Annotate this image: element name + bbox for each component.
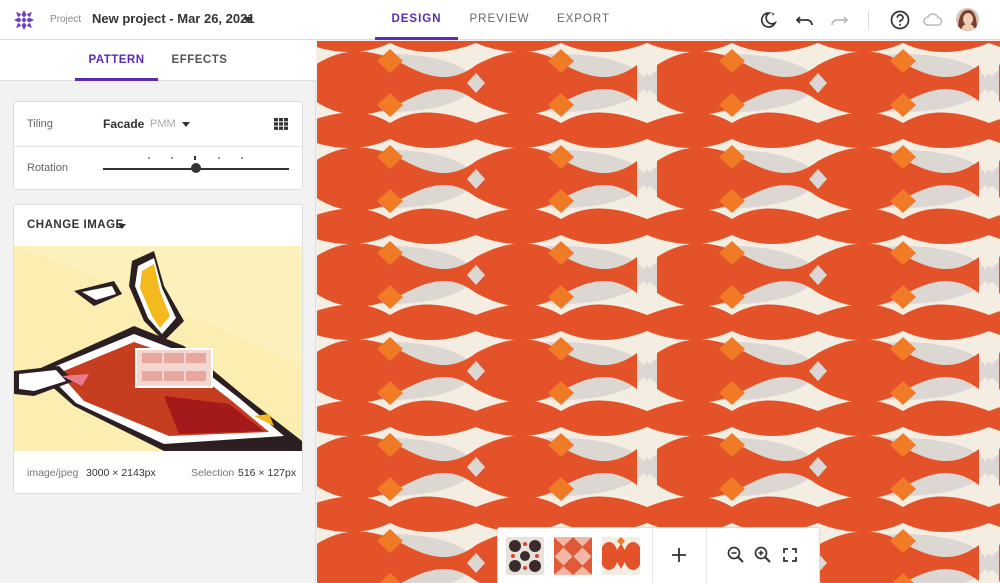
tiling-select[interactable]: Facade — [103, 117, 144, 131]
avatar[interactable] — [956, 8, 979, 31]
left-panel: PATTERN EFFECTS Tiling Facade PMM Rotati… — [0, 40, 316, 583]
cloud-icon[interactable] — [922, 9, 944, 31]
rotation-tick-selected — [194, 156, 196, 160]
redo-icon[interactable] — [828, 9, 850, 31]
image-dimensions: 3000 × 2143px — [86, 467, 156, 479]
app-logo-icon[interactable] — [12, 8, 36, 32]
tab-pattern[interactable]: PATTERN — [75, 40, 158, 81]
tab-preview[interactable]: PREVIEW — [462, 0, 537, 40]
project-label: Project — [50, 14, 82, 25]
divider — [14, 146, 302, 147]
tiling-label: Tiling — [27, 118, 53, 130]
pattern-thumb-2[interactable] — [554, 537, 592, 575]
pattern-thumb-3[interactable] — [602, 537, 640, 575]
source-image-preview[interactable] — [14, 246, 302, 451]
fullscreen-icon[interactable] — [780, 545, 800, 565]
change-image-button[interactable]: CHANGE IMAGE — [27, 219, 124, 231]
zoom-out-icon[interactable] — [726, 545, 746, 565]
toolbar-divider — [868, 10, 869, 30]
tiling-symmetry: PMM — [150, 118, 176, 130]
rotation-tick — [241, 157, 243, 159]
add-icon[interactable] — [669, 545, 689, 565]
rotation-tick — [148, 157, 150, 159]
top-bar: Project New project - Mar 26, 2021 DESIG… — [0, 0, 1000, 40]
canvas-toolbar — [497, 527, 820, 583]
pattern-canvas[interactable] — [317, 41, 1000, 583]
pattern-settings-card: Tiling Facade PMM Rotation — [13, 101, 303, 190]
tab-design[interactable]: DESIGN — [375, 0, 458, 40]
pattern-thumb-1[interactable] — [506, 537, 544, 575]
panel-tabs: PATTERN EFFECTS — [0, 40, 316, 81]
rotation-tick — [218, 157, 220, 159]
theme-toggle-icon[interactable] — [757, 9, 779, 31]
chevron-down-icon[interactable] — [118, 224, 126, 229]
rotation-slider-handle[interactable] — [191, 163, 201, 173]
undo-icon[interactable] — [794, 9, 816, 31]
toolbar-divider — [706, 528, 707, 583]
source-image-card: CHANGE IMAGE image/jpeg 3000 × 2143px Se… — [13, 204, 303, 494]
tab-effects[interactable]: EFFECTS — [163, 40, 236, 81]
chevron-down-icon[interactable] — [182, 122, 190, 127]
toolbar-divider — [652, 528, 653, 583]
image-mime-type: image/jpeg — [27, 467, 79, 479]
selection-dimensions: 516 × 127px — [238, 467, 297, 479]
help-icon[interactable] — [889, 9, 911, 31]
project-name-dropdown[interactable]: New project - Mar 26, 2021 — [92, 11, 255, 26]
tab-export[interactable]: EXPORT — [546, 0, 621, 40]
rotation-tick — [171, 157, 173, 159]
selection-label: Selection — [191, 467, 235, 479]
zoom-in-icon[interactable] — [753, 545, 773, 565]
chevron-down-icon[interactable] — [243, 17, 253, 23]
rotation-label: Rotation — [27, 162, 68, 174]
grid-icon[interactable] — [274, 118, 288, 130]
